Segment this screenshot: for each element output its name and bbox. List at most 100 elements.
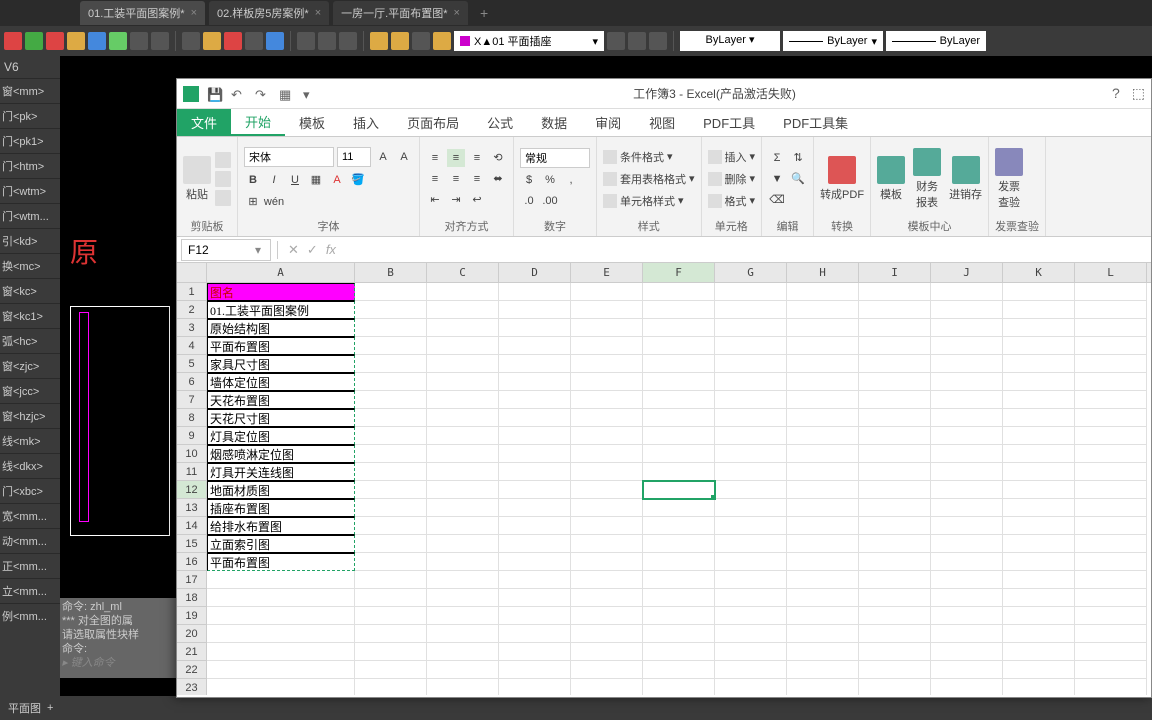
cell[interactable]: 原始结构图: [207, 319, 355, 337]
add-layout-button[interactable]: +: [47, 702, 53, 714]
cell[interactable]: [427, 517, 499, 535]
column-header[interactable]: A: [207, 263, 355, 282]
tool-icon[interactable]: [224, 32, 242, 50]
cad-tab-2[interactable]: 02.样板房5房案例*×: [209, 1, 329, 25]
cell[interactable]: [499, 553, 571, 571]
tool-icon[interactable]: [339, 32, 357, 50]
column-header[interactable]: J: [931, 263, 1003, 282]
cell[interactable]: [571, 571, 643, 589]
cell[interactable]: [1075, 589, 1147, 607]
cell[interactable]: [355, 643, 427, 661]
palette-item[interactable]: 动<mm...: [0, 528, 60, 553]
cell[interactable]: [715, 337, 787, 355]
cell[interactable]: [859, 679, 931, 695]
cell[interactable]: [571, 499, 643, 517]
cell[interactable]: [1075, 337, 1147, 355]
cell[interactable]: [571, 463, 643, 481]
column-header[interactable]: G: [715, 263, 787, 282]
tab-pdfset[interactable]: PDF工具集: [769, 109, 862, 136]
cell[interactable]: [715, 679, 787, 695]
cell[interactable]: [207, 607, 355, 625]
cell[interactable]: [931, 481, 1003, 499]
cell[interactable]: [859, 571, 931, 589]
cell[interactable]: [427, 679, 499, 695]
tab-template[interactable]: 模板: [285, 109, 339, 136]
redo-icon[interactable]: ↷: [255, 87, 269, 101]
row-header[interactable]: 2: [177, 301, 207, 319]
cell[interactable]: [643, 625, 715, 643]
palette-item[interactable]: 宽<mm...: [0, 503, 60, 528]
cell[interactable]: [787, 607, 859, 625]
cell[interactable]: [931, 661, 1003, 679]
column-header[interactable]: E: [571, 263, 643, 282]
cell[interactable]: [787, 571, 859, 589]
cell[interactable]: [355, 553, 427, 571]
cell[interactable]: [931, 553, 1003, 571]
tab-formula[interactable]: 公式: [473, 109, 527, 136]
row-header[interactable]: 8: [177, 409, 207, 427]
cell[interactable]: [643, 535, 715, 553]
cell[interactable]: [859, 391, 931, 409]
cell[interactable]: 平面布置图: [207, 337, 355, 355]
cell[interactable]: [355, 301, 427, 319]
formula-input[interactable]: [340, 239, 1151, 261]
row-header[interactable]: 11: [177, 463, 207, 481]
cell[interactable]: [859, 283, 931, 301]
cell[interactable]: [643, 481, 715, 499]
cell[interactable]: 01.工装平面图案例: [207, 301, 355, 319]
cell[interactable]: [643, 463, 715, 481]
column-header[interactable]: D: [499, 263, 571, 282]
cell[interactable]: [571, 643, 643, 661]
tool-icon[interactable]: [4, 32, 22, 50]
grow-font-icon[interactable]: A: [374, 148, 392, 166]
italic-button[interactable]: I: [265, 171, 283, 189]
tool-icon[interactable]: [182, 32, 200, 50]
column-header[interactable]: F: [643, 263, 715, 282]
cell[interactable]: [1003, 283, 1075, 301]
cell[interactable]: [643, 391, 715, 409]
palette-item[interactable]: 线<dkx>: [0, 453, 60, 478]
cell[interactable]: [643, 643, 715, 661]
fx-icon[interactable]: fx: [326, 242, 336, 257]
cell[interactable]: [859, 499, 931, 517]
cell[interactable]: [787, 589, 859, 607]
command-line[interactable]: 命令: zhl_ml*** 对全图的属请选取属性块样命令:▸ 键入命令: [60, 598, 180, 678]
column-header[interactable]: I: [859, 263, 931, 282]
cell[interactable]: [499, 643, 571, 661]
cell[interactable]: [1003, 409, 1075, 427]
enter-icon[interactable]: ✓: [307, 242, 318, 258]
cell[interactable]: [499, 409, 571, 427]
row-header[interactable]: 23: [177, 679, 207, 695]
cell[interactable]: [787, 463, 859, 481]
cell[interactable]: [499, 445, 571, 463]
cell[interactable]: [1075, 445, 1147, 463]
cell[interactable]: [499, 355, 571, 373]
cell[interactable]: [1075, 427, 1147, 445]
tab-pdf[interactable]: PDF工具: [689, 109, 769, 136]
inventory-button[interactable]: 进销存: [949, 156, 982, 202]
cell[interactable]: 插座布置图: [207, 499, 355, 517]
layout-tab[interactable]: 平面图: [8, 700, 41, 716]
cell[interactable]: [643, 337, 715, 355]
paste-button[interactable]: 粘贴: [183, 156, 211, 202]
cell[interactable]: [1075, 355, 1147, 373]
cell[interactable]: [1003, 427, 1075, 445]
cell[interactable]: [499, 607, 571, 625]
row-header[interactable]: 12: [177, 481, 207, 499]
cell[interactable]: [571, 337, 643, 355]
cell[interactable]: [1075, 571, 1147, 589]
cell[interactable]: [355, 679, 427, 695]
cell[interactable]: [571, 535, 643, 553]
cell[interactable]: [427, 373, 499, 391]
cell[interactable]: [931, 319, 1003, 337]
cell[interactable]: [571, 445, 643, 463]
cell[interactable]: [1003, 481, 1075, 499]
cell[interactable]: [427, 661, 499, 679]
cell[interactable]: [207, 625, 355, 643]
cell[interactable]: [787, 355, 859, 373]
cell[interactable]: [787, 427, 859, 445]
copy-icon[interactable]: [215, 171, 231, 187]
ribbon-options-button[interactable]: ⬚: [1132, 85, 1145, 102]
cell[interactable]: [571, 589, 643, 607]
align-center-icon[interactable]: ≡: [447, 170, 465, 188]
